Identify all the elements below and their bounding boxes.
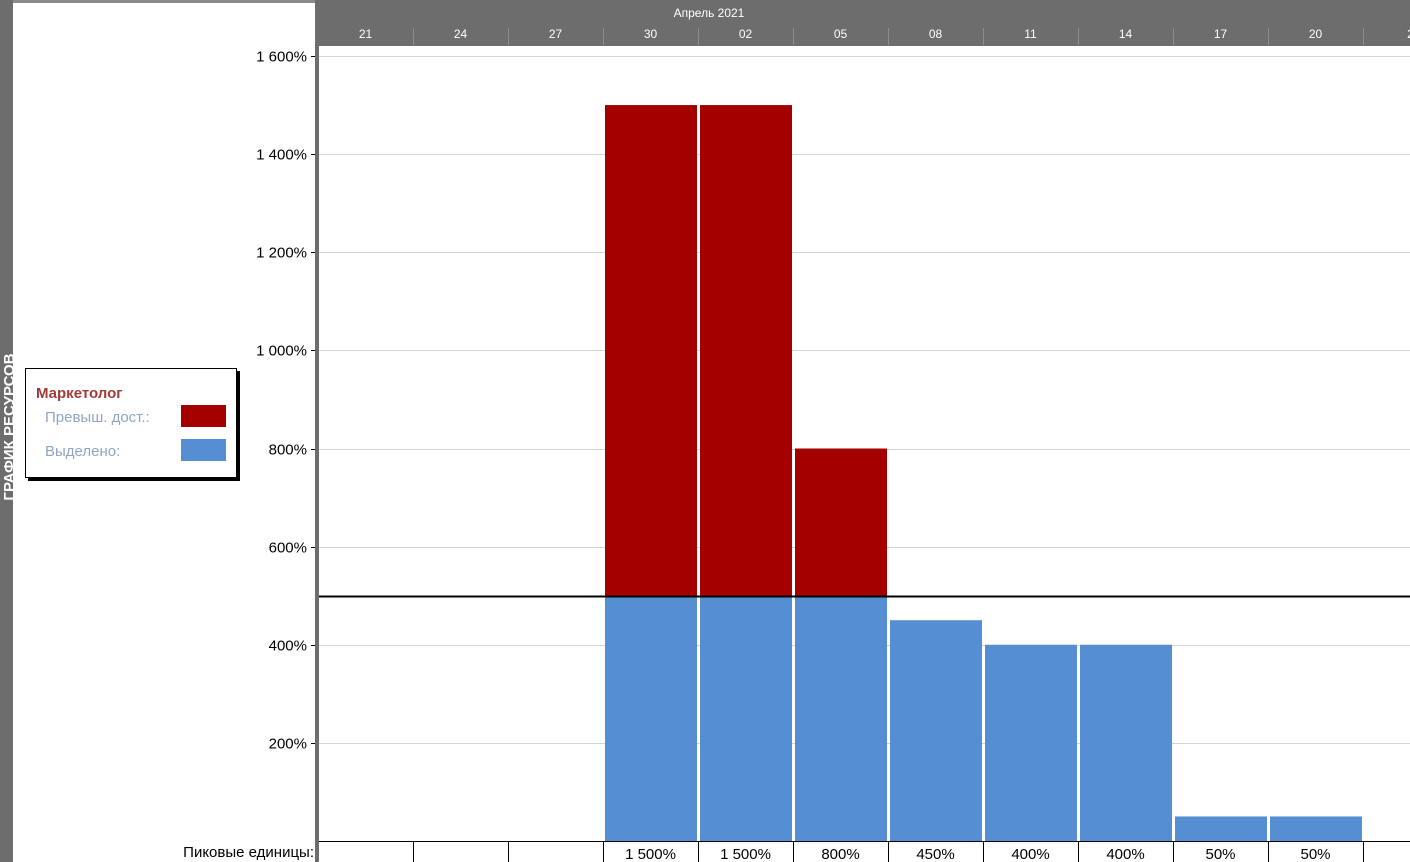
bar-overallocated (795, 448, 887, 596)
y-tick-label: 600% (269, 540, 307, 557)
peak-units-value: 50% (1205, 846, 1235, 862)
legend: Маркетолог Превыш. дост.: Выделено: (25, 368, 237, 478)
bar-allocated (985, 644, 1077, 841)
y-tick-label: 800% (269, 442, 307, 459)
legend-overallocated-swatch (181, 405, 226, 427)
peak-units-value: 50% (1300, 846, 1330, 862)
bar-allocated (1270, 816, 1362, 841)
peak-units-value: 1 500% (720, 846, 771, 862)
legend-allocated-swatch (181, 439, 226, 461)
bar-allocated (795, 595, 887, 841)
bar-allocated (1175, 816, 1267, 841)
legend-title: Маркетолог (36, 385, 123, 402)
peak-units-value: 1 500% (625, 846, 676, 862)
bar-allocated (605, 595, 697, 841)
bar-allocated (1080, 644, 1172, 841)
peak-units-value: 450% (916, 846, 954, 862)
peak-units-value: 800% (821, 846, 859, 862)
bar-allocated (700, 595, 792, 841)
bar-overallocated (700, 105, 792, 596)
peak-units-value: 400% (1011, 846, 1049, 862)
y-tick-label: 1 000% (256, 343, 307, 360)
bar-overallocated (605, 105, 697, 596)
legend-overallocated-label: Превыш. дост.: (45, 409, 150, 426)
y-tick-label: 1 400% (256, 147, 307, 164)
peak-units-value: 400% (1106, 846, 1144, 862)
y-tick-label: 200% (269, 736, 307, 753)
y-tick-label: 400% (269, 638, 307, 655)
bar-allocated (890, 620, 982, 841)
y-tick-label: 1 200% (256, 245, 307, 262)
vertical-axis-bar (315, 0, 319, 862)
legend-allocated-label: Выделено: (45, 443, 121, 460)
peak-units-label: Пиковые единицы: (183, 844, 314, 861)
y-tick-label: 1 600% (256, 49, 307, 66)
